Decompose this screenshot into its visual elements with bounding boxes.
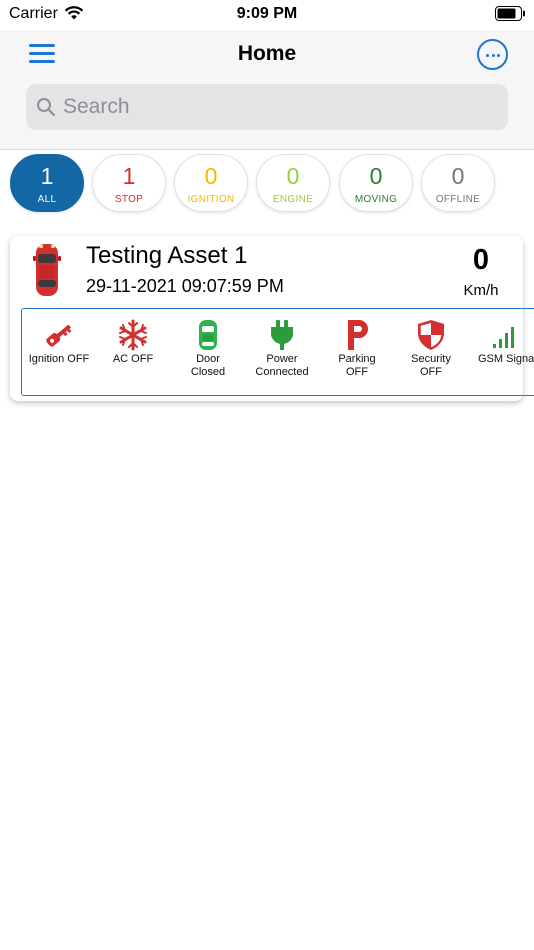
page-title: Home: [237, 42, 297, 65]
more-options-icon[interactable]: [477, 39, 508, 70]
filter-count: 1: [40, 163, 54, 189]
filter-count: 0: [204, 163, 218, 189]
filter-label: OFFLINE: [435, 194, 481, 205]
status-bar: Carrier 9:09 PM: [0, 0, 534, 30]
filter-all[interactable]: 1 ALL: [10, 154, 84, 212]
filter-count: 0: [369, 163, 383, 189]
tile-label: Parking OFF: [338, 353, 376, 378]
search-bar[interactable]: [26, 84, 508, 130]
filter-label: ENGINE: [272, 194, 314, 205]
filter-count: 0: [451, 163, 465, 189]
parking-status[interactable]: Parking OFF: [320, 309, 394, 395]
ignition-key-icon: [46, 324, 72, 347]
asset-name: Testing Asset 1: [86, 242, 248, 269]
ignition-status[interactable]: Ignition OFF: [22, 309, 96, 395]
tile-label: AC OFF: [112, 353, 154, 365]
ac-status[interactable]: AC OFF: [96, 309, 170, 395]
tile-label: Security OFF: [411, 353, 451, 378]
tile-label: Door Closed: [190, 353, 226, 378]
search-icon: [37, 98, 56, 117]
navigation-header: Home: [0, 30, 534, 150]
speed-value: 0: [472, 244, 490, 276]
filter-label: IGNITION: [187, 194, 235, 205]
power-status[interactable]: Power Connected: [245, 309, 319, 395]
tile-label: Ignition OFF: [28, 353, 90, 365]
speed-unit: Km/h: [463, 282, 499, 299]
filter-label: STOP: [114, 194, 144, 205]
filter-count: 0: [286, 163, 300, 189]
filter-count: 1: [122, 163, 136, 189]
tile-label: GSM Signal: [478, 353, 534, 365]
battery-icon: [495, 6, 525, 21]
status-indicators[interactable]: Ignition OFF AC OFF Door Closed Power Co…: [21, 308, 534, 396]
tile-label: Power Connected: [255, 353, 309, 378]
security-status[interactable]: Security OFF: [394, 309, 468, 395]
status-time: 9:09 PM: [236, 5, 298, 22]
car-door-icon: [199, 320, 217, 350]
filter-label: MOVING: [354, 194, 398, 205]
parking-icon: [348, 320, 368, 350]
door-status[interactable]: Door Closed: [171, 309, 245, 395]
filter-label: ALL: [37, 194, 57, 205]
ac-snowflake-icon: [119, 319, 147, 351]
status-filter-bar: 1 ALL 1 STOP 0 IGNITION 0 ENGINE 0 MOVIN…: [10, 154, 534, 212]
filter-stop[interactable]: 1 STOP: [92, 154, 166, 212]
asset-card[interactable]: Testing Asset 1 29-11-2021 09:07:59 PM 0…: [10, 236, 534, 401]
search-input[interactable]: [63, 92, 493, 122]
gsm-signal-icon: [493, 327, 514, 348]
filter-offline[interactable]: 0 OFFLINE: [421, 154, 495, 212]
power-plug-icon: [271, 320, 293, 350]
security-shield-icon: [418, 320, 444, 350]
gsm-status[interactable]: GSM Signal: [469, 309, 534, 395]
car-icon: [33, 244, 61, 296]
filter-ignition[interactable]: 0 IGNITION: [174, 154, 248, 212]
filter-moving[interactable]: 0 MOVING: [339, 154, 413, 212]
asset-timestamp: 29-11-2021 09:07:59 PM: [86, 276, 284, 296]
filter-engine[interactable]: 0 ENGINE: [256, 154, 330, 212]
